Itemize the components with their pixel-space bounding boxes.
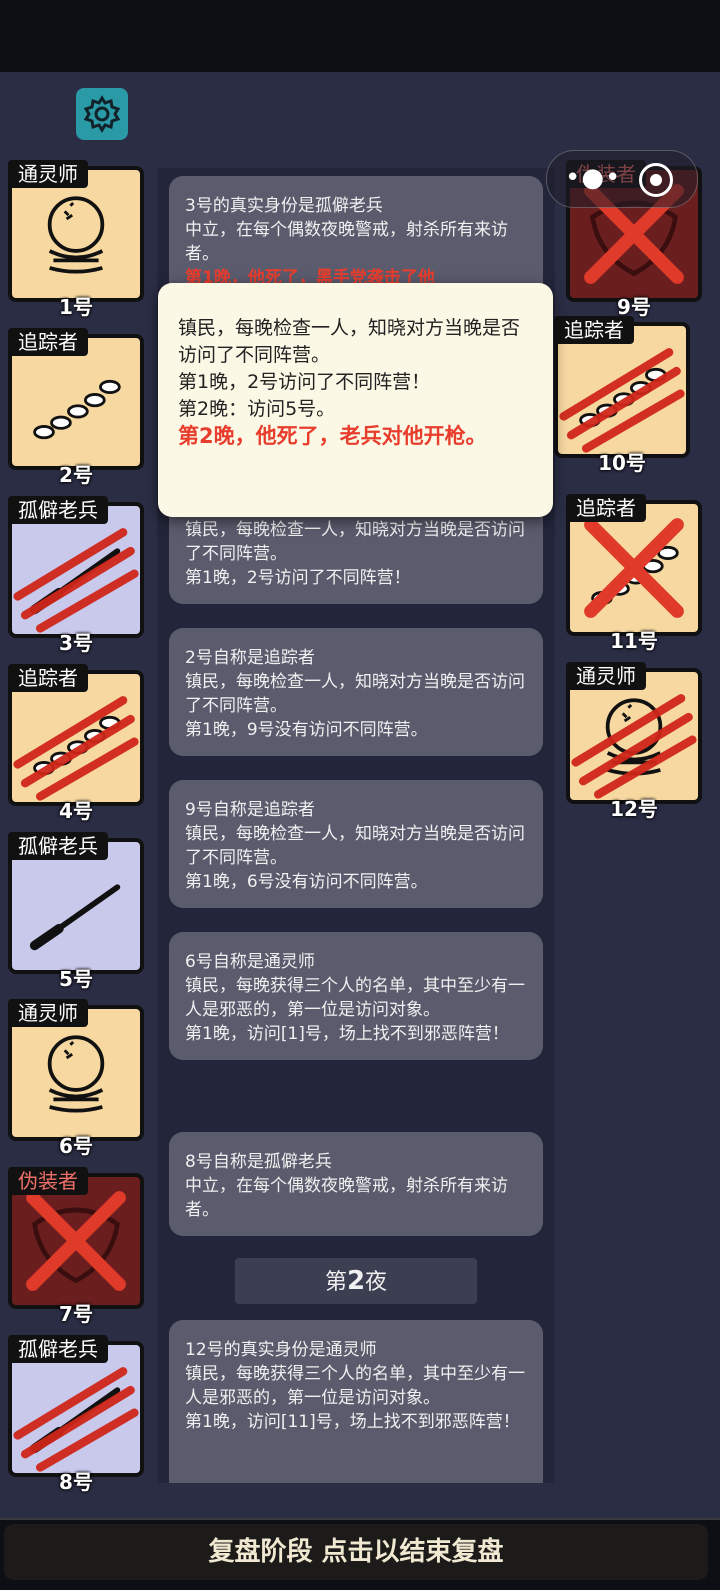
miniprogram-capsule[interactable]: •●• <box>546 150 698 208</box>
player-card[interactable]: 追踪者 4号 <box>8 664 144 823</box>
log-title: 6号自称是通灵师 <box>185 952 315 972</box>
player-role-label: 孤僻老兵 <box>8 832 108 860</box>
player-number: 6号 <box>59 1134 93 1158</box>
log-text: 第1晚，访问[11]号，场上找不到邪恶阵营！ <box>185 1412 520 1432</box>
night-divider: 第2夜 <box>235 1258 477 1304</box>
tracker-portrait-icon <box>13 696 139 801</box>
tracker-portrait-icon <box>33 379 121 440</box>
veteran-portrait-icon <box>29 884 121 951</box>
player-number: 1号 <box>59 295 93 319</box>
player-number: 3号 <box>59 631 93 655</box>
player-role-label: 通灵师 <box>8 160 88 188</box>
player-number: 4号 <box>59 799 93 823</box>
log-text: 中立，在每个偶数夜晚警戒，射杀所有来访者。 <box>185 1176 508 1220</box>
player-role-label: 伪装者 <box>8 1167 88 1195</box>
player-number: 2号 <box>59 463 93 487</box>
log-text: 第1晚，2号访问了不同阵营！ <box>185 568 411 588</box>
player-role-label: 追踪者 <box>554 316 634 344</box>
player-role-label: 通灵师 <box>566 662 646 690</box>
log-text: 第1晚，9号没有访问不同阵营。 <box>185 720 428 740</box>
player-card[interactable]: 孤僻老兵 8号 <box>8 1335 144 1494</box>
player-role-label: 孤僻老兵 <box>8 1335 108 1363</box>
status-bar <box>0 0 720 72</box>
log-title: 9号自称是追踪者 <box>185 800 315 820</box>
player-number: 10号 <box>598 451 646 475</box>
player-role-label: 通灵师 <box>8 999 88 1027</box>
log-text: 镇民，每晚检查一人，知晓对方当晚是否访问了不同阵营。 <box>185 520 525 564</box>
log-title: 2号自称是追踪者 <box>185 648 315 668</box>
tracker-portrait-icon <box>559 348 685 453</box>
log-card: 9号自称是追踪者 镇民，每晚检查一人，知晓对方当晚是否访问了不同阵营。 第1晚，… <box>169 780 543 908</box>
player-role-label: 孤僻老兵 <box>8 496 108 524</box>
popup-death-text: 第2晚，他死了，老兵对他开枪。 <box>178 424 487 448</box>
end-review-button[interactable]: 复盘阶段 点击以结束复盘 <box>4 1524 708 1580</box>
player-number: 11号 <box>610 629 658 653</box>
player-role-label: 追踪者 <box>8 328 88 356</box>
more-dots-icon[interactable]: •●• <box>565 165 621 191</box>
log-card: 2号自称是追踪者 镇民，每晚检查一人，知晓对方当晚是否访问了不同阵营。 第1晚，… <box>169 628 543 756</box>
seer-portrait-icon <box>571 694 697 799</box>
player-number: 8号 <box>59 1470 93 1494</box>
log-title: 3号的真实身份是孤僻老兵 <box>185 196 383 216</box>
player-detail-popup[interactable]: 镇民，每晚检查一人，知晓对方当晚是否访问了不同阵营。 第1晚，2号访问了不同阵营… <box>158 283 553 517</box>
log-card: 6号自称是通灵师 镇民，每晚获得三个人的名单，其中至少有一人是邪恶的，第一位是访… <box>169 932 543 1060</box>
log-card: 12号的真实身份是通灵师 镇民，每晚获得三个人的名单，其中至少有一人是邪恶的，第… <box>169 1320 543 1483</box>
seer-portrait-icon <box>47 196 105 274</box>
log-text: 镇民，每晚检查一人，知晓对方当晚是否访问了不同阵营。 <box>185 672 525 716</box>
player-card[interactable]: 通灵师 12号 <box>566 662 702 821</box>
log-text: 镇民，每晚检查一人，知晓对方当晚是否访问了不同阵营。 <box>185 824 525 868</box>
player-card[interactable]: 孤僻老兵 3号 <box>8 496 144 655</box>
player-card[interactable]: 伪装者 7号 <box>8 1167 144 1326</box>
player-card[interactable]: 追踪者 11号 <box>566 494 702 653</box>
settings-button[interactable] <box>76 88 128 140</box>
player-role-label: 追踪者 <box>8 664 88 692</box>
player-role-label: 追踪者 <box>566 494 646 522</box>
player-card[interactable]: 通灵师 1号 <box>8 160 144 319</box>
footer-bar: 复盘阶段 点击以结束复盘 <box>0 1518 720 1590</box>
player-card[interactable]: 孤僻老兵 5号 <box>8 832 144 991</box>
log-text: 镇民，每晚获得三个人的名单，其中至少有一人是邪恶的，第一位是访问对象。 <box>185 1364 525 1408</box>
veteran-portrait-icon <box>13 528 139 633</box>
player-number: 7号 <box>59 1302 93 1326</box>
player-number: 5号 <box>59 967 93 991</box>
player-number: 12号 <box>610 797 658 821</box>
disguiser-portrait-icon <box>26 1191 126 1291</box>
log-title: 12号的真实身份是通灵师 <box>185 1340 377 1360</box>
log-text: 镇民，每晚获得三个人的名单，其中至少有一人是邪恶的，第一位是访问对象。 <box>185 976 525 1020</box>
log-title: 8号自称是孤僻老兵 <box>185 1152 332 1172</box>
player-card[interactable]: 追踪者 2号 <box>8 328 144 487</box>
log-text: 第1晚，6号没有访问不同阵营。 <box>185 872 428 892</box>
popup-text: 镇民，每晚检查一人，知晓对方当晚是否访问了不同阵营。 <box>178 317 521 366</box>
log-card: 8号自称是孤僻老兵 中立，在每个偶数夜晚警戒，射杀所有来访者。 <box>169 1132 543 1236</box>
tracker-portrait-icon <box>584 518 684 618</box>
veteran-portrait-icon <box>13 1367 139 1472</box>
log-text: 第1晚，访问[1]号，场上找不到邪恶阵营！ <box>185 1024 509 1044</box>
player-card[interactable]: 追踪者 10号 <box>554 316 690 475</box>
log-text: 中立，在每个偶数夜晚警戒，射杀所有来访者。 <box>185 220 508 264</box>
seer-portrait-icon <box>47 1035 105 1113</box>
gear-icon <box>83 95 121 133</box>
popup-text: 第1晚，2号访问了不同阵营！ <box>178 371 431 393</box>
popup-text: 第2晚：访问5号。 <box>178 398 336 420</box>
player-card[interactable]: 通灵师 6号 <box>8 999 144 1158</box>
close-circle-icon[interactable] <box>639 163 673 197</box>
